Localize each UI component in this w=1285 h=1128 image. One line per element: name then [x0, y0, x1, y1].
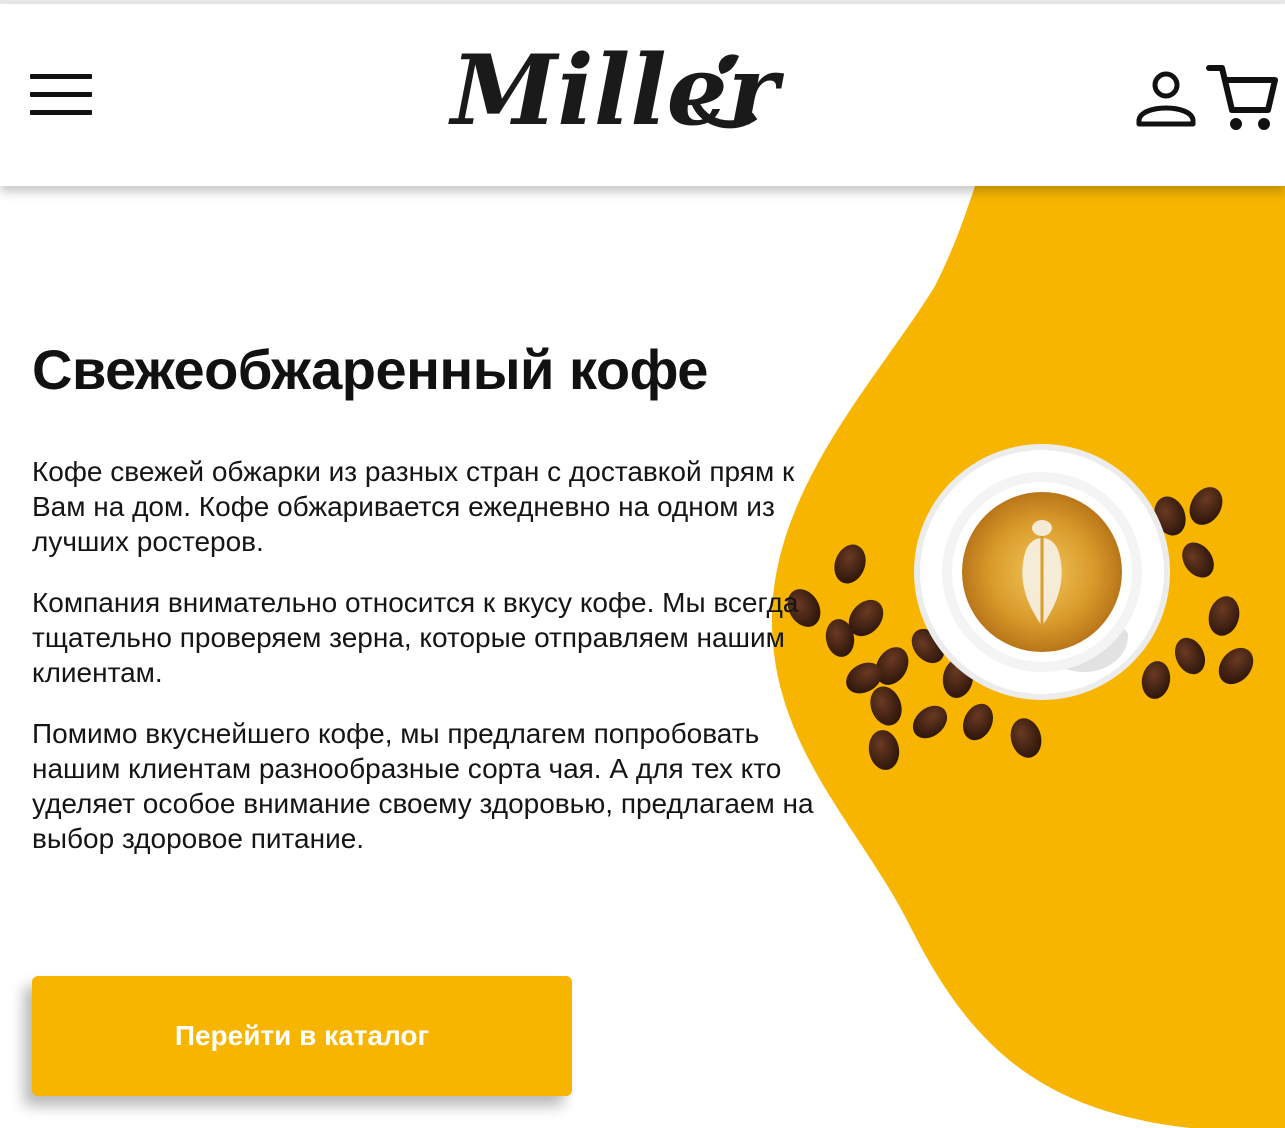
cart-icon [1206, 65, 1278, 130]
logo[interactable]: Miller [445, 32, 815, 152]
account-button[interactable] [1134, 68, 1198, 130]
hero-paragraph: Помимо вкуснейшего кофе, мы предлагем по… [32, 718, 814, 854]
menu-button[interactable] [30, 72, 94, 120]
user-icon [1136, 71, 1196, 127]
menu-icon-line [30, 110, 92, 115]
logo-wordmark: Miller [448, 34, 785, 147]
menu-icon-line [30, 74, 92, 79]
site-header: Miller [0, 4, 1285, 186]
cart-button[interactable] [1206, 60, 1278, 134]
cup [914, 444, 1170, 700]
menu-icon-line [30, 92, 92, 97]
page: Miller Свежеобжаренный кофе Кофе свежей … [0, 0, 1285, 1128]
hero-paragraph: Кофе свежей обжарки из разных стран с до… [32, 456, 795, 557]
go-to-catalog-button[interactable]: Перейти в каталог [32, 976, 572, 1096]
hero-description: Кофе свежей обжарки из разных стран с до… [32, 454, 852, 882]
logo-image: Miller [448, 34, 785, 147]
hero-paragraph: Компания внимательно относится к вкусу к… [32, 587, 799, 688]
hero-title: Свежеобжаренный кофе [32, 338, 708, 401]
